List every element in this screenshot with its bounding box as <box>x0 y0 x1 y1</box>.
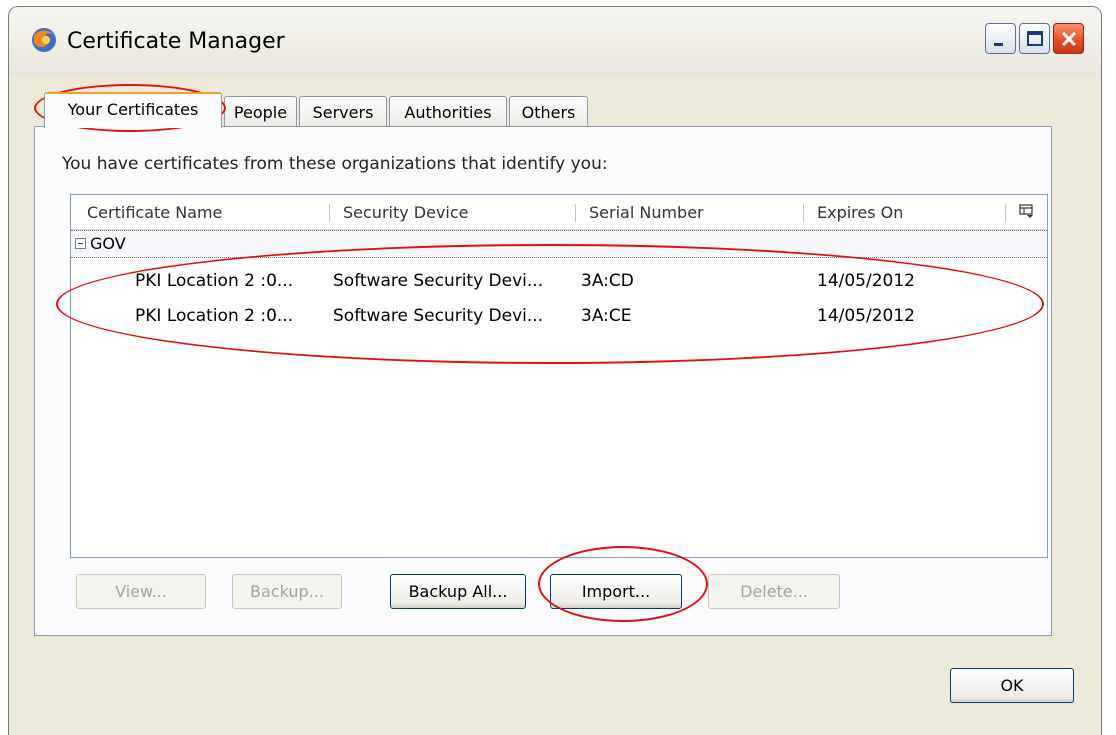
firefox-logo-icon <box>32 28 56 52</box>
tree-header: Certificate Name Security Device Serial … <box>71 195 1047 230</box>
cell-expires-on: 14/05/2012 <box>817 271 915 291</box>
close-button[interactable] <box>1053 23 1084 54</box>
collapse-icon[interactable] <box>75 238 86 249</box>
column-serial-number[interactable]: Serial Number <box>589 203 704 222</box>
panel-intro-text: You have certificates from these organiz… <box>62 154 608 174</box>
column-certificate-name[interactable]: Certificate Name <box>87 203 222 222</box>
backup-all-button[interactable]: Backup All... <box>390 574 526 609</box>
cell-serial-number: 3A:CE <box>581 306 632 326</box>
tab-your-certificates[interactable]: Your Certificates <box>44 92 222 128</box>
cell-certificate-name: PKI Location 2 :0... <box>135 306 294 326</box>
minimize-icon <box>994 43 1003 46</box>
maximize-icon <box>1027 31 1043 46</box>
ok-button[interactable]: OK <box>950 668 1074 703</box>
cell-certificate-name: PKI Location 2 :0... <box>135 271 294 291</box>
tab-others[interactable]: Others <box>509 96 588 126</box>
maximize-button[interactable] <box>1019 23 1050 54</box>
cell-expires-on: 14/05/2012 <box>817 306 915 326</box>
column-divider[interactable] <box>803 204 804 222</box>
close-icon <box>1061 31 1077 47</box>
cell-serial-number: 3A:CD <box>581 271 634 291</box>
table-row[interactable]: PKI Location 2 :0... Software Security D… <box>71 267 1047 297</box>
certificate-tree[interactable]: Certificate Name Security Device Serial … <box>70 194 1048 558</box>
cell-security-device: Software Security Devi... <box>333 306 544 326</box>
backup-button[interactable]: Backup... <box>232 574 342 609</box>
group-label: GOV <box>90 234 126 253</box>
column-divider[interactable] <box>329 204 330 222</box>
tab-servers[interactable]: Servers <box>299 96 387 126</box>
view-button[interactable]: View... <box>76 574 206 609</box>
title-bar[interactable]: Certificate Manager <box>9 7 1101 75</box>
import-button[interactable]: Import... <box>550 574 682 609</box>
delete-button[interactable]: Delete... <box>708 574 840 609</box>
column-security-device[interactable]: Security Device <box>343 203 469 222</box>
column-picker-icon[interactable] <box>1019 203 1035 219</box>
column-expires-on[interactable]: Expires On <box>817 203 903 222</box>
minimize-button[interactable] <box>985 23 1016 54</box>
table-row[interactable]: PKI Location 2 :0... Software Security D… <box>71 302 1047 332</box>
column-divider[interactable] <box>1005 204 1006 222</box>
tab-people[interactable]: People <box>224 96 297 126</box>
column-divider[interactable] <box>575 204 576 222</box>
cell-security-device: Software Security Devi... <box>333 271 544 291</box>
window-title: Certificate Manager <box>67 29 285 54</box>
tab-authorities[interactable]: Authorities <box>389 96 507 126</box>
tree-group-row[interactable]: GOV <box>71 230 1047 258</box>
